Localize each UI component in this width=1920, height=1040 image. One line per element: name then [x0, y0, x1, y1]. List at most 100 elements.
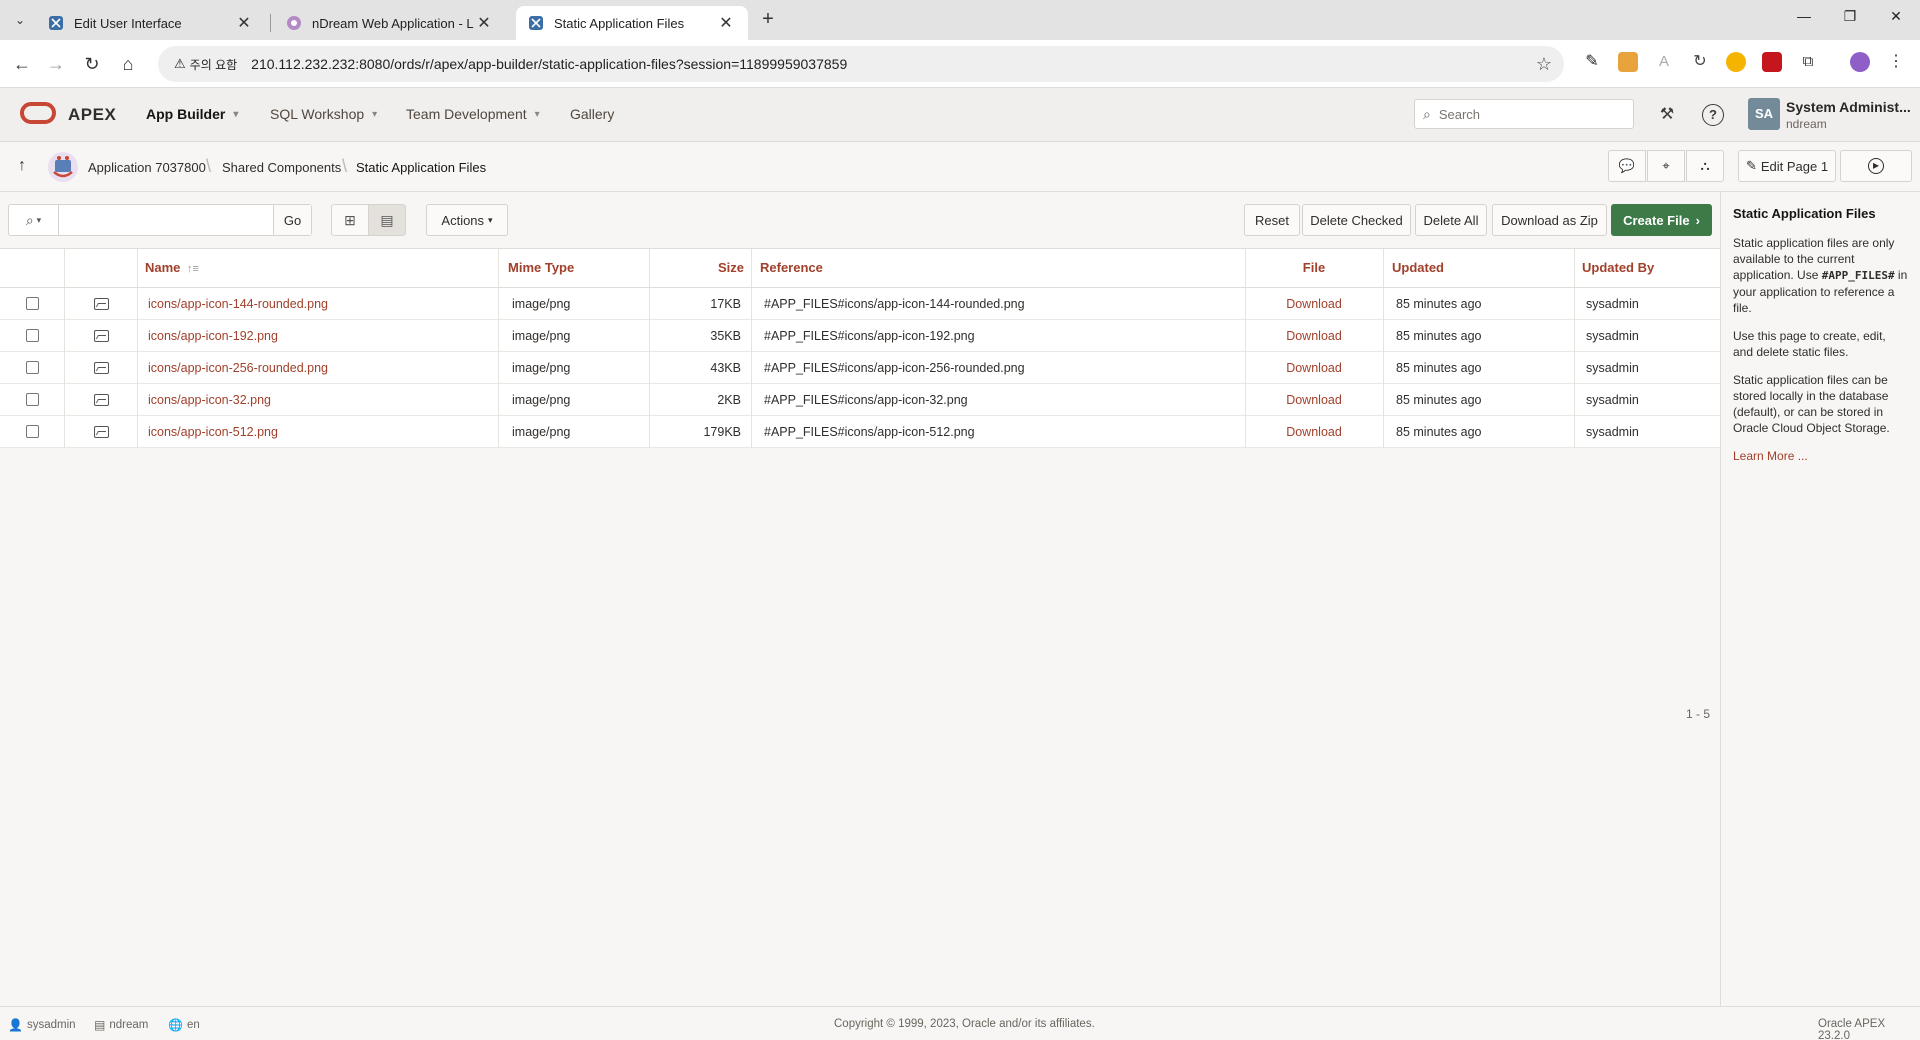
file-name-link[interactable]: icons/app-icon-256-rounded.png [140, 352, 336, 384]
column-header-updated[interactable]: Updated [1384, 249, 1452, 287]
browser-tab-ndream[interactable]: nDream Web Application - Lo ✕ [274, 6, 506, 40]
image-file-icon[interactable] [94, 362, 109, 374]
learn-more-link[interactable]: Learn More ... [1733, 449, 1808, 463]
global-search-input[interactable]: ⌕ Search [1414, 99, 1634, 129]
browser-tab-static-files[interactable]: Static Application Files ✕ [516, 6, 748, 40]
omnibox[interactable]: ⚠ 주의 요함 210.112.232.232:8080/ords/r/apex… [158, 46, 1564, 82]
delete-checked-button[interactable]: Delete Checked [1302, 204, 1411, 236]
icon-view-button[interactable]: ⊞ [331, 204, 369, 236]
profile-avatar-icon[interactable] [1850, 52, 1870, 72]
row-select-checkbox[interactable] [26, 361, 39, 374]
footer-user[interactable]: 👤 sysadmin [8, 1018, 76, 1032]
administration-wrench-icon[interactable]: ⚒ [1654, 102, 1680, 128]
nav-team-development[interactable]: Team Development ▾ [406, 106, 540, 122]
forward-icon[interactable]: → [44, 52, 68, 76]
restore-icon[interactable]: ❐ [1836, 8, 1864, 32]
home-icon[interactable]: ⌂ [116, 52, 140, 76]
report-search-input[interactable] [59, 205, 273, 235]
reload-icon[interactable]: ↻ [80, 52, 104, 76]
breadcrumb-application[interactable]: Application 7037800 [88, 160, 206, 175]
mime-type-cell: image/png [512, 393, 571, 407]
nav-gallery[interactable]: Gallery [570, 106, 614, 122]
image-file-icon[interactable] [94, 330, 109, 342]
column-header-file[interactable]: File [1245, 249, 1383, 287]
tags-icon[interactable]: ⌖ [1647, 150, 1685, 182]
report-view-button[interactable]: ▤ [368, 204, 406, 236]
go-button[interactable]: Go [273, 205, 311, 235]
column-header-updated-by[interactable]: Updated By [1574, 249, 1662, 287]
mime-type-cell: image/png [512, 425, 571, 439]
footer-language[interactable]: 🌐 en [168, 1018, 200, 1032]
file-name-link[interactable]: icons/app-icon-144-rounded.png [140, 288, 336, 320]
image-file-icon[interactable] [94, 298, 109, 310]
close-tab-icon[interactable]: ✕ [716, 13, 736, 33]
run-page-button[interactable]: ▸ [1840, 150, 1912, 182]
column-header-size[interactable]: Size [649, 249, 752, 287]
file-name-link[interactable]: icons/app-icon-192.png [140, 320, 286, 352]
download-as-zip-button[interactable]: Download as Zip [1492, 204, 1607, 236]
tab-separator [270, 14, 271, 32]
download-link[interactable]: Download [1245, 352, 1383, 384]
name-header-label: Name [145, 260, 181, 275]
actions-menu-button[interactable]: Actions ▾ [426, 204, 508, 236]
help-icon[interactable]: ? [1702, 104, 1724, 126]
breadcrumb-shared-components[interactable]: Shared Components [222, 160, 341, 175]
edit-page-button[interactable]: ✎ Edit Page 1 [1738, 150, 1836, 182]
column-header-reference[interactable]: Reference [752, 249, 831, 287]
download-link[interactable]: Download [1245, 288, 1383, 320]
chrome-extension-icon[interactable] [1726, 52, 1746, 72]
nav-app-builder[interactable]: App Builder ▾ [146, 106, 238, 122]
font-extension-icon[interactable]: A [1654, 52, 1674, 72]
minimize-icon[interactable]: — [1790, 8, 1818, 32]
footer-workspace[interactable]: ▤ ndream [94, 1018, 148, 1032]
row-select-checkbox[interactable] [26, 393, 39, 406]
window-close-icon[interactable]: ✕ [1882, 8, 1910, 32]
oracle-logo[interactable] [20, 102, 56, 124]
column-header-name[interactable]: Name ↑≡ [137, 249, 207, 287]
row-select-checkbox[interactable] [26, 425, 39, 438]
bookmark-star-icon[interactable]: ☆ [1536, 54, 1552, 75]
back-icon[interactable]: ← [10, 52, 34, 76]
url-text[interactable]: 210.112.232.232:8080/ords/r/apex/app-bui… [251, 56, 847, 72]
search-icon: ⌕ [25, 211, 34, 228]
column-divider [137, 384, 138, 416]
browser-menu-icon[interactable]: ⋮ [1886, 52, 1906, 72]
pen-extension-icon[interactable]: ✎ [1582, 52, 1602, 72]
download-link[interactable]: Download [1245, 416, 1383, 448]
help-paragraph: Static application files can be stored l… [1733, 373, 1890, 435]
puzzle-extensions-icon[interactable]: ⧉ [1798, 52, 1818, 72]
up-arrow-icon[interactable]: ↑ [18, 157, 26, 175]
download-link[interactable]: Download [1245, 320, 1383, 352]
shared-components-icon[interactable]: ⛬ [1686, 150, 1724, 182]
comments-icon[interactable]: 💬 [1608, 150, 1646, 182]
application-icon[interactable] [46, 150, 80, 184]
row-select-checkbox[interactable] [26, 297, 39, 310]
browser-tab-edit-ui[interactable]: Edit User Interface ✕ [36, 6, 266, 40]
download-link[interactable]: Download [1245, 384, 1383, 416]
image-file-icon[interactable] [94, 394, 109, 406]
tab-search-icon[interactable]: ⌄ [8, 8, 32, 32]
delete-all-button[interactable]: Delete All [1415, 204, 1487, 236]
search-column-selector[interactable]: ⌕ ▾ [9, 205, 59, 235]
user-avatar[interactable]: SA [1748, 98, 1780, 130]
reset-button[interactable]: Reset [1244, 204, 1300, 236]
pdf-extension-icon[interactable] [1762, 52, 1782, 72]
new-tab-icon[interactable]: + [756, 8, 780, 32]
user-name[interactable]: System Administ... [1786, 99, 1911, 115]
reference-cell: #APP_FILES#icons/app-icon-256-rounded.pn… [764, 361, 1025, 375]
image-file-icon[interactable] [94, 426, 109, 438]
file-name-link[interactable]: icons/app-icon-32.png [140, 384, 279, 416]
nav-sql-workshop[interactable]: SQL Workshop ▾ [270, 106, 377, 122]
apex-product-name[interactable]: APEX [68, 105, 116, 125]
close-tab-icon[interactable]: ✕ [234, 13, 254, 33]
breadcrumb: ↑ Application 7037800 \ Shared Component… [0, 142, 1920, 192]
column-divider [64, 384, 65, 416]
create-file-button[interactable]: Create File › [1611, 204, 1712, 236]
row-select-checkbox[interactable] [26, 329, 39, 342]
security-warning-chip[interactable]: ⚠ 주의 요함 [166, 51, 245, 77]
file-name-link[interactable]: icons/app-icon-512.png [140, 416, 286, 448]
extension-icon[interactable] [1618, 52, 1638, 72]
refresh-extension-icon[interactable]: ↻ [1690, 52, 1710, 72]
close-tab-icon[interactable]: ✕ [474, 13, 494, 33]
column-header-mime-type[interactable]: Mime Type [500, 249, 582, 287]
